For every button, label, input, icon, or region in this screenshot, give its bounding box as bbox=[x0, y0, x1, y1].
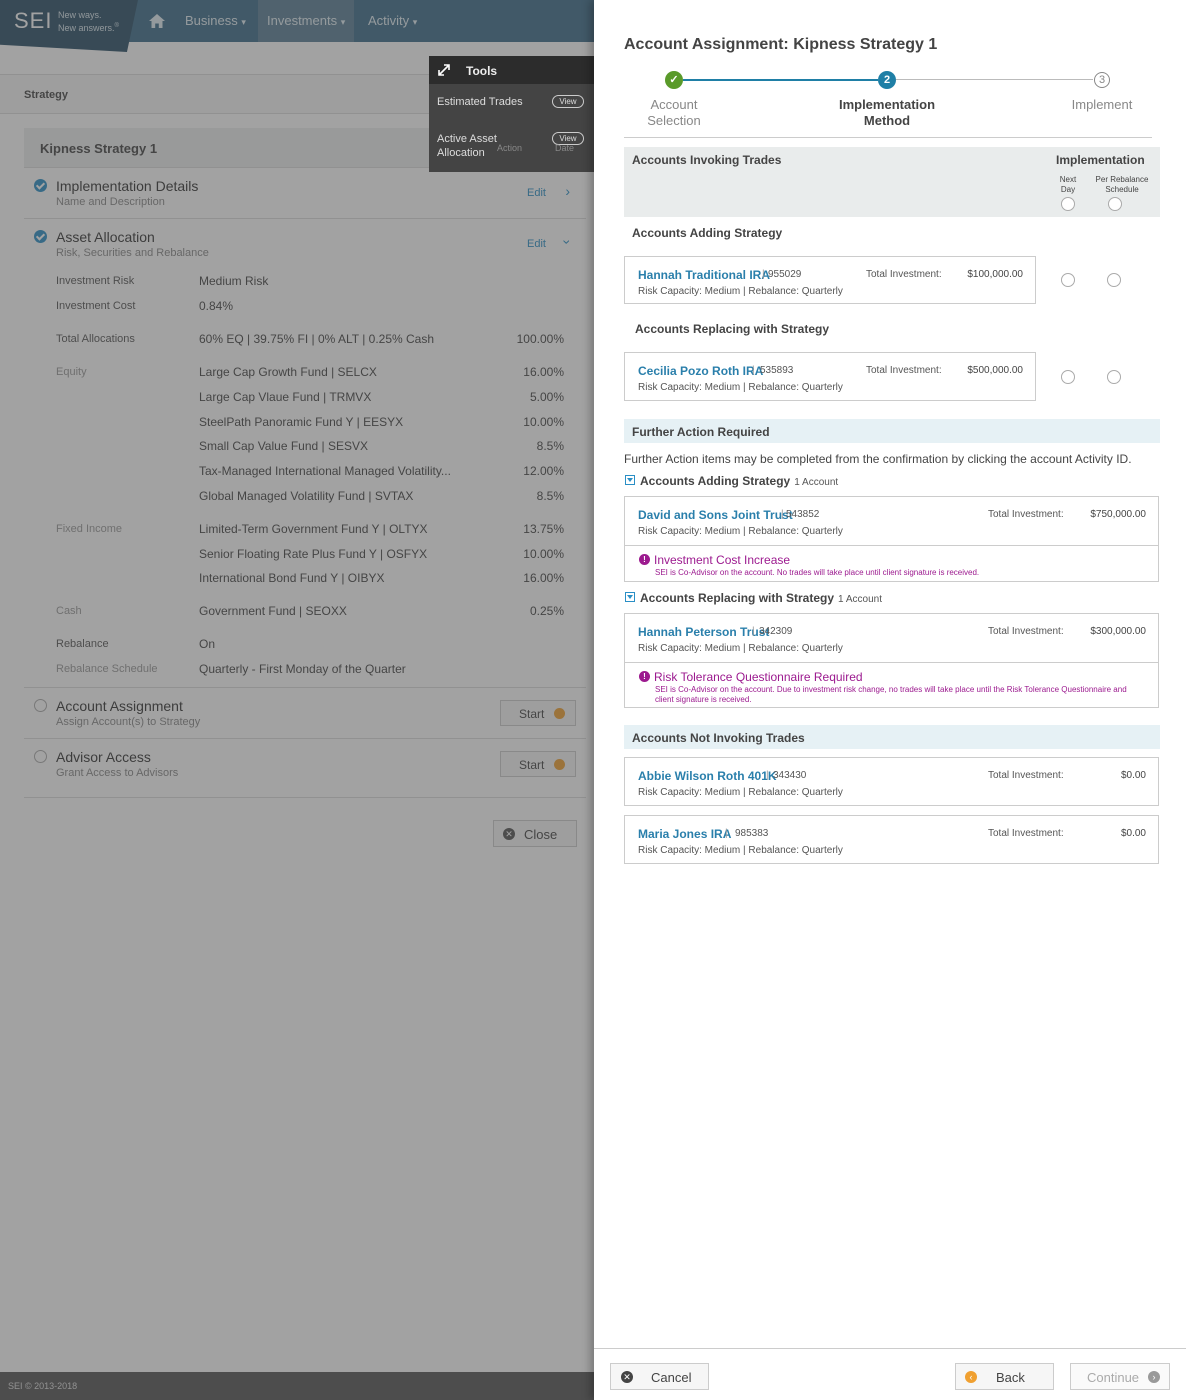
account-assignment-panel: Account Assignment: Kipness Strategy 1 ✓… bbox=[594, 0, 1186, 1400]
step-number: 3 bbox=[1094, 72, 1110, 88]
per-rebalance-radio[interactable] bbox=[1107, 370, 1121, 384]
collapse-toggle-icon[interactable] bbox=[625, 592, 635, 602]
select-all-per-rebalance-radio[interactable] bbox=[1108, 197, 1122, 211]
account-card: Cecilia Pozo Roth IRA | 535893 Risk Capa… bbox=[624, 352, 1036, 401]
step-number: 2 bbox=[878, 71, 896, 89]
arrow-left-icon: ‹ bbox=[965, 1371, 977, 1383]
next-day-radio[interactable] bbox=[1061, 370, 1075, 384]
estimated-trades-label: Estimated Trades bbox=[437, 96, 523, 108]
step-label: Account Selection bbox=[647, 97, 701, 128]
continue-button[interactable]: Continue › bbox=[1070, 1363, 1170, 1390]
account-card: Maria Jones IRA | 985383 Risk Capacity: … bbox=[624, 815, 1159, 864]
close-icon: ✕ bbox=[621, 1371, 633, 1383]
expand-icon[interactable] bbox=[438, 64, 450, 76]
col-per-rebalance: Per Rebalance Schedule bbox=[1095, 175, 1149, 194]
arrow-right-icon: › bbox=[1148, 1371, 1160, 1383]
further-action-header: Further Action Required bbox=[624, 419, 1160, 443]
modal-overlay[interactable] bbox=[0, 0, 594, 1400]
next-day-radio[interactable] bbox=[1061, 273, 1075, 287]
cancel-button[interactable]: ✕ Cancel bbox=[610, 1363, 709, 1390]
adding-strategy-heading: Accounts Adding Strategy 1 Account bbox=[640, 474, 839, 488]
account-link[interactable]: Hannah Peterson Trust bbox=[638, 625, 769, 639]
step-label: Implement bbox=[1071, 97, 1133, 112]
account-card: Hannah Peterson Trust | 342309 Risk Capa… bbox=[624, 613, 1159, 708]
account-link[interactable]: David and Sons Joint Trust bbox=[638, 508, 793, 522]
collapse-toggle-icon[interactable] bbox=[625, 475, 635, 485]
back-button[interactable]: ‹ Back bbox=[955, 1363, 1054, 1390]
info-icon: ! bbox=[639, 554, 650, 565]
panel-title: Account Assignment: Kipness Strategy 1 bbox=[624, 36, 938, 53]
step-connector bbox=[896, 79, 1093, 80]
invoking-trades-header: Accounts Invoking Trades Implementation … bbox=[624, 147, 1160, 217]
further-action-info: Further Action items may be completed fr… bbox=[624, 452, 1132, 466]
account-link[interactable]: Abbie Wilson Roth 401K bbox=[638, 769, 777, 783]
info-icon: ! bbox=[639, 671, 650, 682]
account-link[interactable]: Hannah Traditional IRA bbox=[638, 268, 770, 282]
panel-footer: ✕ Cancel ‹ Back Continue › bbox=[594, 1348, 1186, 1400]
view-estimated-trades-button[interactable]: View bbox=[552, 95, 584, 108]
step-label: Implementation Method bbox=[838, 97, 936, 128]
replacing-strategy-heading: Accounts Replacing with Strategy bbox=[635, 322, 830, 336]
per-rebalance-radio[interactable] bbox=[1107, 273, 1121, 287]
replacing-strategy-heading: Accounts Replacing with Strategy 1 Accoun… bbox=[640, 591, 882, 605]
col-next-day: Next Day bbox=[1059, 175, 1077, 194]
tools-title: Tools bbox=[429, 56, 594, 84]
account-link[interactable]: Cecilia Pozo Roth IRA bbox=[638, 364, 763, 378]
step-complete-check-icon: ✓ bbox=[665, 71, 683, 89]
account-card: Hannah Traditional IRA | 955029 Risk Cap… bbox=[624, 256, 1036, 304]
not-invoking-trades-header: Accounts Not Invoking Trades bbox=[624, 725, 1160, 749]
tools-popover: Tools Estimated Trades View Active Asset… bbox=[429, 56, 594, 172]
warning-message: ! Risk Tolerance Questionnaire Required … bbox=[625, 662, 1158, 708]
step-connector bbox=[683, 79, 878, 81]
select-all-next-day-radio[interactable] bbox=[1061, 197, 1075, 211]
background-app: SEI New ways.New answers.® Business ▾ In… bbox=[0, 0, 594, 1400]
account-card: Abbie Wilson Roth 401K | 343430 Risk Cap… bbox=[624, 757, 1159, 806]
account-link[interactable]: Maria Jones IRA bbox=[638, 827, 731, 841]
warning-message: ! Investment Cost Increase SEI is Co-Adv… bbox=[625, 545, 1158, 582]
adding-strategy-heading: Accounts Adding Strategy bbox=[632, 226, 783, 240]
active-asset-allocation-label: Active Asset Allocation bbox=[437, 133, 497, 159]
stepper: ✓ Account Selection 2 Implementation Metho… bbox=[624, 64, 1152, 138]
column-header: Action bbox=[497, 143, 523, 153]
account-card: David and Sons Joint Trust | 543852 Risk… bbox=[624, 496, 1159, 582]
column-header: Date bbox=[555, 143, 575, 153]
